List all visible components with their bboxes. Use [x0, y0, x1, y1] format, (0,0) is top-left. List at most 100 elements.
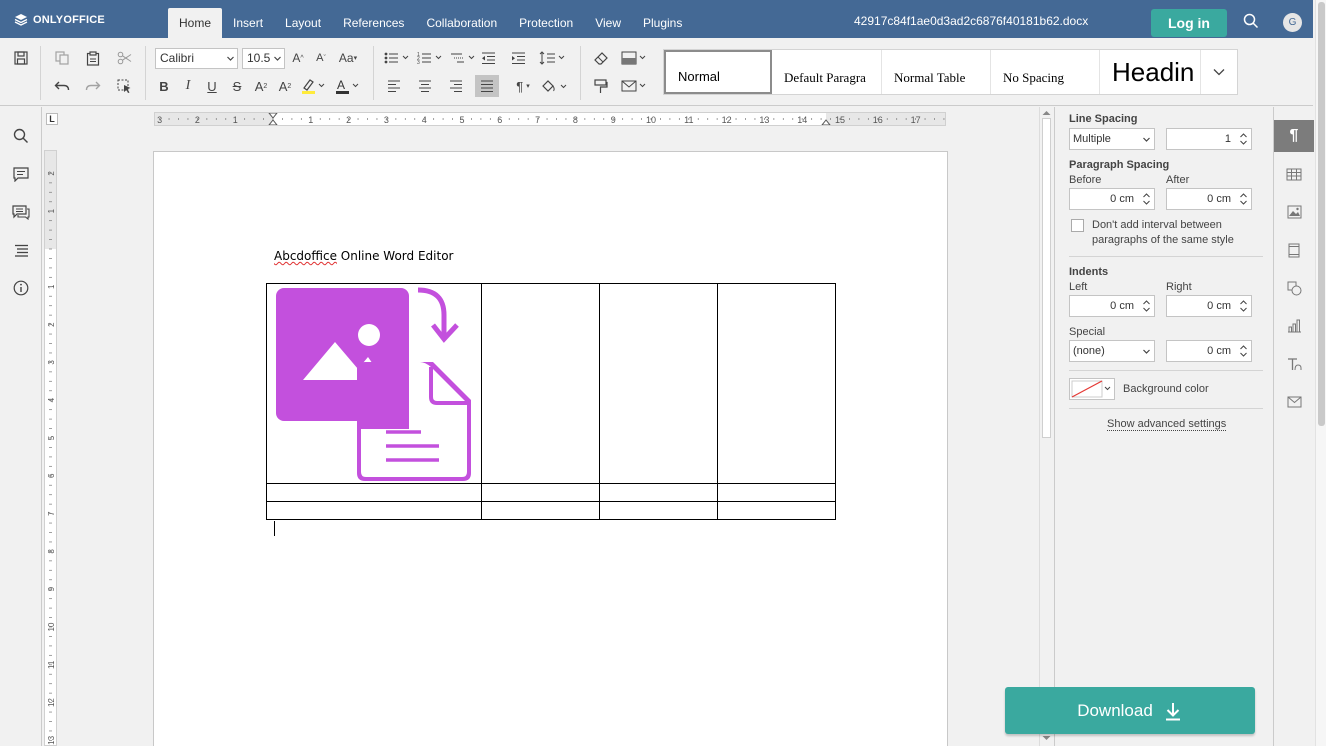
color-scheme-icon[interactable] [620, 47, 652, 69]
image-settings-tab[interactable] [1274, 196, 1314, 228]
mail-merge-settings-tab[interactable] [1274, 386, 1314, 418]
style-normal[interactable]: Normal [664, 50, 772, 94]
search-icon[interactable] [11, 126, 31, 146]
table-cell[interactable] [717, 483, 836, 502]
misspelled-word[interactable]: Abcdoffice [274, 249, 337, 263]
stepper-icon[interactable] [1142, 298, 1151, 314]
text-art-settings-tab[interactable] [1274, 348, 1314, 380]
tab-protection[interactable]: Protection [508, 8, 584, 38]
table-cell[interactable] [481, 283, 600, 484]
tab-home[interactable]: Home [168, 8, 223, 38]
line-spacing-value-input[interactable]: 1 [1166, 128, 1252, 150]
table-cell[interactable] [481, 501, 600, 520]
decrease-font-icon[interactable]: Aˇ [309, 47, 333, 69]
undo-icon[interactable] [50, 75, 74, 97]
highlight-color-icon[interactable] [298, 75, 328, 97]
dont-add-interval-checkbox[interactable] [1071, 219, 1084, 232]
font-size-select[interactable]: 10.5 [242, 48, 285, 69]
change-case-icon[interactable]: Aa ▾ [334, 47, 362, 69]
info-icon[interactable] [11, 278, 31, 298]
font-name-select[interactable]: Calibri [155, 48, 238, 69]
download-button[interactable]: Download [1005, 687, 1255, 734]
header-search-icon[interactable] [1243, 13, 1259, 29]
style-heading[interactable]: Headin [1100, 50, 1201, 94]
bold-icon[interactable]: B [152, 75, 176, 97]
indent-right-input[interactable]: 0 cm [1166, 295, 1252, 317]
strikethrough-icon[interactable]: S [225, 75, 249, 97]
table-cell[interactable] [266, 483, 482, 502]
user-avatar[interactable]: G [1283, 13, 1302, 32]
stepper-icon[interactable] [1239, 191, 1248, 207]
chat-icon[interactable] [11, 202, 31, 222]
special-indent-select[interactable]: (none) [1069, 340, 1155, 362]
scroll-down-icon[interactable] [1042, 735, 1051, 741]
align-right-icon[interactable] [444, 75, 468, 97]
onlyoffice-logo[interactable]: ONLYOFFICE [14, 12, 105, 28]
page-scrollbar[interactable] [1315, 0, 1326, 746]
tab-layout[interactable]: Layout [274, 8, 332, 38]
spacing-after-input[interactable]: 0 cm [1166, 188, 1252, 210]
stepper-icon[interactable] [1239, 343, 1248, 359]
tab-view[interactable]: View [584, 8, 632, 38]
clear-style-icon[interactable] [589, 47, 613, 69]
table-settings-tab[interactable] [1274, 158, 1314, 190]
redo-icon[interactable] [81, 75, 105, 97]
align-center-icon[interactable] [413, 75, 437, 97]
chart-settings-tab[interactable] [1274, 310, 1314, 342]
paste-icon[interactable] [81, 47, 105, 69]
tab-references[interactable]: References [332, 8, 415, 38]
comments-icon[interactable] [11, 164, 31, 184]
right-indent-marker[interactable] [821, 119, 831, 125]
stepper-icon[interactable] [1142, 191, 1151, 207]
image-placeholder-icon[interactable] [273, 285, 477, 483]
page-scroll-thumb[interactable] [1318, 2, 1325, 426]
navigation-icon[interactable] [11, 240, 31, 260]
indent-left-input[interactable]: 0 cm [1069, 295, 1155, 317]
table-cell[interactable] [599, 483, 718, 502]
horizontal-ruler[interactable]: 3211234567891011121314151617 [154, 112, 946, 126]
special-indent-amount-input[interactable]: 0 cm [1166, 340, 1252, 362]
document-canvas[interactable]: Abcdoffice Online Word Editor [58, 130, 1038, 746]
document-page[interactable]: Abcdoffice Online Word Editor [153, 151, 948, 746]
save-icon[interactable] [9, 47, 33, 69]
decrease-indent-icon[interactable] [476, 47, 500, 69]
increase-indent-icon[interactable] [506, 47, 530, 69]
copy-icon[interactable] [50, 47, 74, 69]
show-advanced-settings-link[interactable]: Show advanced settings [1107, 418, 1227, 431]
copy-style-icon[interactable] [589, 75, 613, 97]
stepper-icon[interactable] [1239, 298, 1248, 314]
cut-icon[interactable] [112, 47, 136, 69]
line-spacing-icon[interactable] [538, 47, 570, 69]
background-color-picker[interactable] [1069, 378, 1115, 400]
scroll-up-icon[interactable] [1042, 110, 1051, 116]
tab-insert[interactable]: Insert [222, 8, 274, 38]
superscript-icon[interactable]: A2 [249, 75, 273, 97]
login-button[interactable]: Log in [1151, 9, 1227, 37]
table-cell[interactable] [266, 501, 482, 520]
table-cell[interactable] [599, 283, 718, 484]
table-cell[interactable] [717, 283, 836, 484]
underline-icon[interactable]: U [200, 75, 224, 97]
numbering-icon[interactable]: 123 [416, 47, 448, 69]
tab-stop-selector[interactable]: L [46, 113, 58, 125]
shading-icon[interactable] [540, 75, 570, 97]
italic-icon[interactable]: I [176, 75, 200, 97]
shape-settings-tab[interactable] [1274, 272, 1314, 304]
tab-collaboration[interactable]: Collaboration [415, 8, 508, 38]
bullets-icon[interactable] [383, 47, 415, 69]
paragraph-marks-icon[interactable]: ¶ ▾ [508, 75, 538, 97]
justify-icon[interactable] [475, 75, 499, 97]
font-color-icon[interactable]: A [332, 75, 362, 97]
header-footer-settings-tab[interactable] [1274, 234, 1314, 266]
increase-font-icon[interactable]: A ^ [286, 47, 310, 69]
spacing-before-input[interactable]: 0 cm [1069, 188, 1155, 210]
style-default-paragraph[interactable]: Default Paragra [772, 50, 882, 94]
table-cell[interactable] [717, 501, 836, 520]
stepper-icon[interactable] [1239, 131, 1248, 147]
select-all-icon[interactable] [112, 75, 136, 97]
mail-merge-icon[interactable] [620, 75, 652, 97]
document-table[interactable] [266, 283, 836, 520]
line-spacing-mode-select[interactable]: Multiple [1069, 128, 1155, 150]
align-left-icon[interactable] [382, 75, 406, 97]
table-cell[interactable] [481, 483, 600, 502]
